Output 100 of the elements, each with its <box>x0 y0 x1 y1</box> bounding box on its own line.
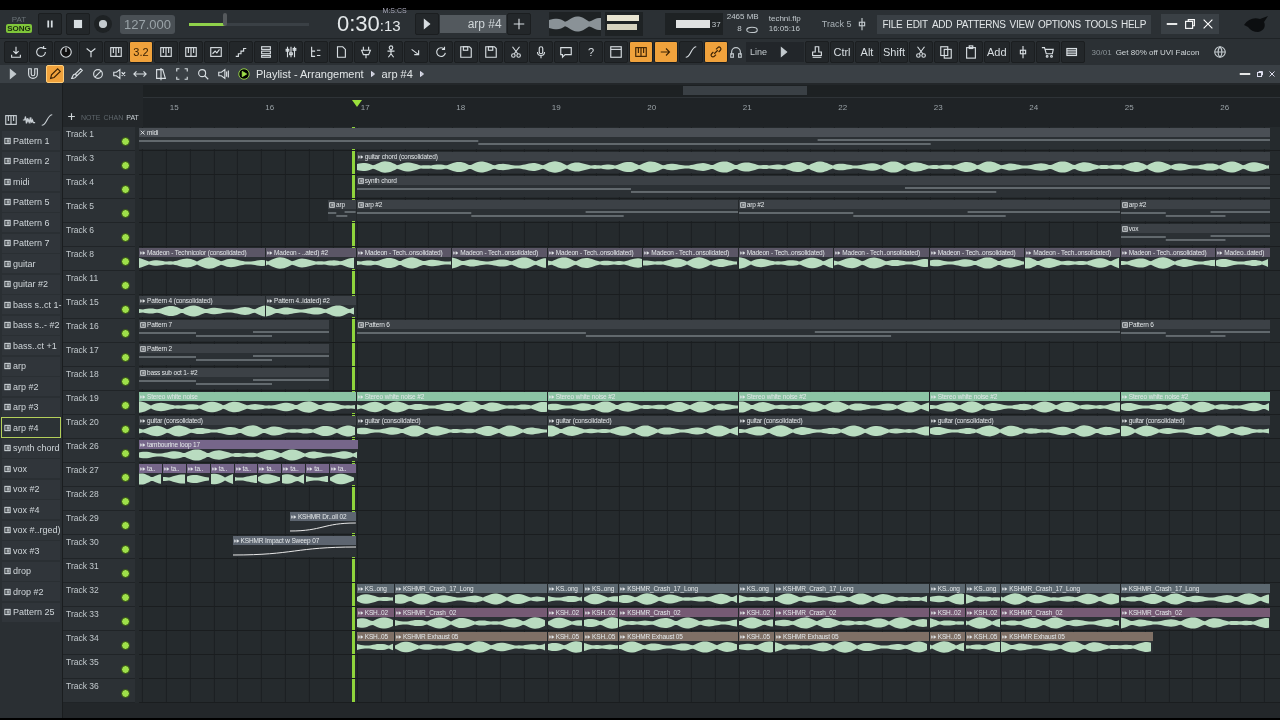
pattern-item[interactable]: vox #2 <box>2 479 60 499</box>
track-header[interactable]: Track 11 <box>63 271 135 295</box>
track-header[interactable]: Track 26 <box>63 439 135 463</box>
pattern-item[interactable]: guitar #2 <box>2 274 60 294</box>
menu-item[interactable]: VIEW <box>1009 18 1034 30</box>
track-header[interactable]: Track 34 <box>63 631 135 655</box>
track-header[interactable]: Track 8 <box>63 247 135 271</box>
track-header[interactable]: Track 5 <box>63 199 135 223</box>
track-name: Track 30 <box>66 537 99 547</box>
menu-item[interactable]: EDIT <box>906 18 928 30</box>
snap-dropdown[interactable]: Line <box>746 42 804 62</box>
bar-number: 16 <box>265 103 275 112</box>
pattern-item[interactable]: arp #2 <box>2 377 60 396</box>
track-name: Track 26 <box>66 441 99 451</box>
pattern-item[interactable]: midi <box>2 172 60 191</box>
track-header[interactable]: Track 32 <box>63 583 135 607</box>
track-header[interactable]: Track 16 <box>63 319 135 343</box>
pattern-item[interactable]: Pattern 25 <box>2 602 60 622</box>
track-header[interactable]: Track 6 <box>63 223 135 247</box>
bar-number: 22 <box>838 103 848 112</box>
track-name: Track 33 <box>66 609 99 619</box>
track-header[interactable]: Track 36 <box>63 679 135 703</box>
timeline-ruler[interactable]: 15 16 17 18 19 20 21 22 23 24 25 26 <box>143 97 1280 127</box>
pattern-item[interactable]: bass s..- #2 <box>2 315 60 335</box>
track-header[interactable]: Track 19 <box>63 391 135 415</box>
bar-number: 18 <box>456 103 466 112</box>
track-header[interactable]: Track 27 <box>63 463 135 487</box>
snap-value: Line <box>750 47 767 57</box>
bar-number: 23 <box>933 103 943 112</box>
pattern-selector[interactable]: arp #4 <box>439 15 506 33</box>
pattern-item[interactable]: vox #..rged) <box>2 520 60 540</box>
track-header[interactable]: Track 33 <box>63 607 135 631</box>
menu-item[interactable]: FILE <box>882 18 903 30</box>
pattern-item[interactable]: Pattern 1 <box>2 131 60 150</box>
news-text[interactable]: Get 80% off UVI Falcon <box>1115 46 1200 58</box>
toolbar-button[interactable]: ? <box>579 41 603 63</box>
track-header[interactable]: Track 30 <box>63 535 135 559</box>
track-header[interactable]: Track 17 <box>63 343 135 367</box>
add-button[interactable]: Add <box>984 41 1010 63</box>
pattern-item[interactable]: vox #4 <box>2 500 60 519</box>
bar-number: 24 <box>1029 103 1039 112</box>
track-name: Track 34 <box>66 633 99 643</box>
bar-number: 15 <box>169 103 179 112</box>
mode-toggle[interactable]: SONG <box>6 24 32 33</box>
menu-item[interactable]: TOOLS <box>1084 18 1118 30</box>
pattern-item[interactable]: Pattern 2 <box>2 151 60 171</box>
news-date: 30/01 <box>1091 46 1112 58</box>
menu-item[interactable]: PATTERNS <box>956 18 1006 30</box>
track-header[interactable]: Track 1 <box>63 127 135 151</box>
track-name: Track 4 <box>66 177 95 187</box>
pattern-item[interactable]: vox <box>2 459 60 478</box>
pattern-item[interactable]: bass..ct +1 <box>2 336 60 355</box>
track-name: Track 36 <box>66 681 99 691</box>
track-header[interactable]: Track 4 <box>63 175 135 199</box>
bar-number: 19 <box>551 103 561 112</box>
pattern-item[interactable]: arp <box>2 356 60 376</box>
track-name: Track 28 <box>66 489 99 499</box>
track-header[interactable]: Track 35 <box>63 655 135 679</box>
track-header[interactable]: Track 29 <box>63 511 135 535</box>
menu-item[interactable]: ADD <box>931 18 953 30</box>
track-header[interactable]: Track 20 <box>63 415 135 439</box>
pattern-item[interactable]: drop <box>2 561 60 581</box>
file-name: techni.flp <box>768 14 801 24</box>
pattern-item[interactable]: vox #3 <box>2 541 60 560</box>
track-name: Track 8 <box>66 249 95 259</box>
track-header[interactable]: Track 3 <box>63 151 135 175</box>
track-name: Track 20 <box>66 417 99 427</box>
pattern-item[interactable]: bass s..ct 1- <box>2 295 60 314</box>
track-name: Track 35 <box>66 657 99 667</box>
pattern-item[interactable]: drop #2 <box>2 582 60 601</box>
pattern-item[interactable]: Pattern 5 <box>2 192 60 212</box>
pattern-item[interactable]: guitar <box>2 254 60 273</box>
menu-item[interactable]: HELP <box>1121 18 1146 30</box>
pattern-item[interactable]: Pattern 6 <box>2 213 60 232</box>
track-name: Track 15 <box>66 297 99 307</box>
menu-item[interactable]: OPTIONS <box>1037 18 1081 30</box>
track-name: Track 19 <box>66 393 99 403</box>
track-name: Track 1 <box>66 129 95 139</box>
pattern-item[interactable]: synth chord <box>2 438 60 458</box>
track-header[interactable]: Track 18 <box>63 367 135 391</box>
pattern-item[interactable]: Pattern 7 <box>2 233 60 253</box>
track-name: Track 3 <box>66 153 95 163</box>
track-name: Track 32 <box>66 585 99 595</box>
bar-number: 17 <box>360 103 370 112</box>
track-name: Track 16 <box>66 321 99 331</box>
bar-number: 26 <box>1220 103 1230 112</box>
modifier-key[interactable]: Alt <box>855 41 879 63</box>
toolbar-button[interactable]: 3.2 <box>129 41 153 63</box>
breadcrumb-pattern[interactable]: arp #4 <box>381 68 413 80</box>
track-name: Track 6 <box>66 225 95 235</box>
track-name: Track 31 <box>66 561 99 571</box>
track-name: Track 27 <box>66 465 99 475</box>
track-header[interactable]: Track 28 <box>63 487 135 511</box>
modifier-key[interactable]: Ctrl <box>830 41 854 63</box>
track-header[interactable]: Track 15 <box>63 295 135 319</box>
time-display: 0:30 <box>337 13 380 35</box>
clock: 16:05:16 <box>768 24 801 34</box>
pattern-item[interactable]: arp #3 <box>2 397 60 417</box>
track-header[interactable]: Track 31 <box>63 559 135 583</box>
modifier-key[interactable]: Shift <box>880 41 908 63</box>
